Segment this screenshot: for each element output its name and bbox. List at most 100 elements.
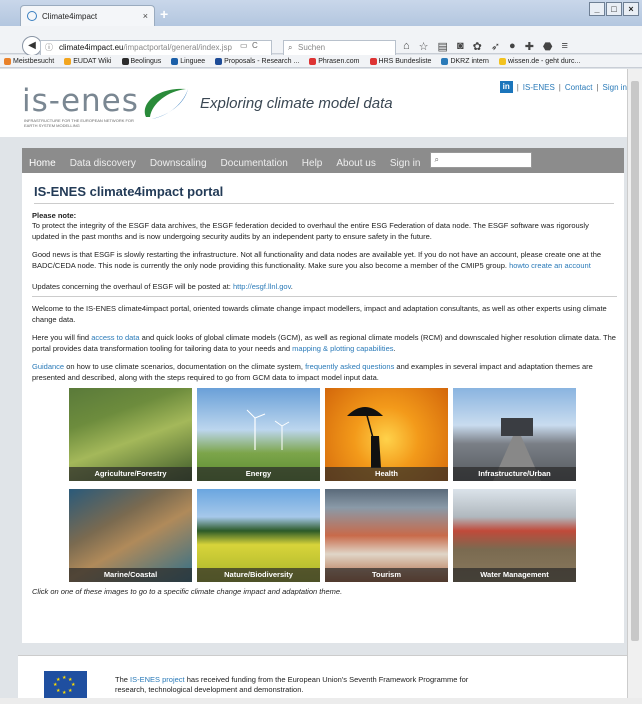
minimize-button[interactable]: _	[589, 2, 605, 16]
site-logo[interactable]: is-enes	[22, 83, 139, 119]
top-link-contact[interactable]: Contact	[565, 83, 593, 92]
puzzle-icon[interactable]: ✚	[525, 40, 534, 53]
bookmark-item[interactable]: EUDAT Wiki	[64, 57, 112, 65]
bookmark-icon	[4, 57, 11, 65]
address-bar[interactable]: ⓘ climate4impact.eu/impactportal/general…	[40, 40, 272, 56]
bookmark-item[interactable]: DKRZ intern	[441, 57, 489, 65]
tile-energy[interactable]: Energy	[197, 388, 320, 481]
info-icon[interactable]: ⓘ	[45, 41, 53, 55]
svg-text:★: ★	[62, 690, 67, 696]
notice-paragraph-1: To protect the integrity of the ESGF dat…	[32, 221, 589, 241]
vertical-scrollbar[interactable]	[627, 69, 642, 698]
site-footer: ★ ★ ★ ★ ★ ★ ★ ★ The IS-ENES project has recei…	[18, 655, 627, 698]
search-placeholder: Suchen	[298, 43, 326, 52]
extension-icon[interactable]: ✿	[473, 40, 482, 53]
menu-data-discovery[interactable]: Data discovery	[63, 158, 143, 173]
bookmark-item[interactable]: Beolingus	[121, 57, 161, 65]
linkedin-icon[interactable]: in	[499, 81, 513, 93]
horizontal-scrollbar[interactable]	[0, 698, 642, 704]
is-enes-project-link[interactable]: IS-ENES project	[130, 675, 185, 684]
please-note-label: Please note:	[32, 211, 77, 220]
bookmark-star-icon[interactable]: ☆	[419, 40, 429, 53]
bookmark-icon	[64, 57, 72, 65]
search-icon: ⌕	[288, 43, 293, 52]
logo-swirl-icon	[144, 88, 188, 119]
eu-flag-icon: ★ ★ ★ ★ ★ ★ ★ ★	[44, 671, 87, 698]
new-tab-button[interactable]: +	[160, 6, 168, 22]
bookmark-icon	[171, 57, 179, 65]
svg-text:★: ★	[56, 677, 61, 683]
tile-label: Energy	[197, 467, 320, 481]
tile-agriculture-forestry[interactable]: Agriculture/Forestry	[69, 388, 192, 481]
chat-icon[interactable]: ●	[509, 40, 516, 53]
data-paragraph: Here you will find access to data and qu…	[32, 333, 616, 353]
howto-create-account-link[interactable]: howto create an account	[509, 261, 591, 270]
title-divider	[34, 203, 614, 204]
bookmark-item[interactable]: Proposals - Research ...	[215, 57, 299, 65]
tile-label: Infrastructure/Urban	[453, 467, 576, 481]
tile-infrastructure-urban[interactable]: Infrastructure/Urban	[453, 388, 576, 481]
access-to-data-link[interactable]: access to data	[91, 333, 139, 342]
svg-text:★: ★	[56, 688, 61, 694]
faq-link[interactable]: frequently asked questions	[305, 362, 394, 371]
bookmark-item[interactable]: HRS Bundesliste	[369, 57, 431, 65]
menu-about-us[interactable]: About us	[329, 158, 382, 173]
tile-label: Water Management	[453, 568, 576, 582]
browser-tab[interactable]: Climate4impact ×	[20, 5, 155, 26]
menu-help[interactable]: Help	[295, 158, 330, 173]
tab-title: Climate4impact	[42, 11, 98, 21]
svg-text:★: ★	[68, 688, 73, 694]
svg-text:★: ★	[62, 675, 67, 681]
tile-water-management[interactable]: Water Management	[453, 489, 576, 582]
tiles-caption: Click on one of these images to go to a …	[32, 587, 343, 596]
top-link-sign-in[interactable]: Sign in	[603, 83, 627, 92]
reload-icon[interactable]: ▭ C	[240, 41, 258, 50]
tile-label: Agriculture/Forestry	[69, 467, 192, 481]
top-link-is-enes[interactable]: IS-ENES	[523, 83, 555, 92]
maximize-button[interactable]: □	[606, 2, 622, 16]
bookmark-icon	[215, 57, 223, 65]
bookmark-icon	[441, 57, 449, 65]
browser-titlebar: Climate4impact × + _ □ ×	[0, 0, 642, 26]
bookmark-item[interactable]: Phrasen.com	[309, 57, 360, 65]
site-header: is-enes INFRASTRUCTURE FOR THE EUROPEAN …	[0, 69, 627, 137]
tile-tourism[interactable]: Tourism	[325, 489, 448, 582]
pocket-icon[interactable]: ◙	[457, 40, 464, 53]
url-host: climate4impact.eu	[59, 43, 124, 52]
welcome-paragraph: Welcome to the IS-ENES climate4impact po…	[32, 304, 607, 324]
mapping-plotting-link[interactable]: mapping & plotting capabilities	[292, 344, 393, 353]
section-divider	[32, 296, 617, 297]
esgf-link[interactable]: http://esgf.llnl.gov	[233, 282, 291, 291]
tile-health[interactable]: Health	[325, 388, 448, 481]
adblock-icon[interactable]: ⬣	[543, 40, 553, 53]
tile-marine-coastal[interactable]: Marine/Coastal	[69, 489, 192, 582]
reading-list-icon[interactable]: ▤	[438, 40, 448, 53]
home-icon[interactable]: ⌂	[403, 40, 410, 53]
send-icon[interactable]: ➶	[491, 40, 500, 53]
menu-icon[interactable]: ≡	[562, 40, 568, 53]
menu-sign-in[interactable]: Sign in	[383, 158, 428, 173]
bookmark-icon	[309, 57, 317, 65]
tile-nature-biodiversity[interactable]: Nature/Biodiversity	[197, 489, 320, 582]
window-controls: _ □ ×	[589, 2, 639, 16]
scrollbar-thumb[interactable]	[631, 81, 639, 641]
menu-downscaling[interactable]: Downscaling	[143, 158, 214, 173]
tile-label: Nature/Biodiversity	[197, 568, 320, 582]
tab-close-icon[interactable]: ×	[143, 11, 148, 21]
funding-note: The IS-ENES project has received funding…	[115, 675, 469, 694]
bookmark-icon	[121, 57, 129, 65]
search-input[interactable]: ⌕ Suchen	[283, 40, 396, 56]
menu-documentation[interactable]: Documentation	[214, 158, 295, 173]
bookmark-item[interactable]: Linguee	[171, 57, 205, 65]
bookmark-item[interactable]: wissen.de - geht durc...	[498, 57, 580, 65]
bookmark-item[interactable]: Meistbesucht	[4, 57, 54, 65]
guidance-link[interactable]: Guidance	[32, 362, 64, 371]
site-search-input[interactable]: ⌕	[430, 152, 533, 168]
main-menu: Home Data discovery Downscaling Document…	[22, 148, 624, 173]
tile-label: Tourism	[325, 568, 448, 582]
back-button[interactable]: ◀	[22, 36, 42, 56]
site-tagline: Exploring climate model data	[200, 95, 393, 112]
close-window-button[interactable]: ×	[623, 2, 639, 16]
bookmark-icon	[369, 57, 377, 65]
menu-home[interactable]: Home	[22, 158, 63, 173]
